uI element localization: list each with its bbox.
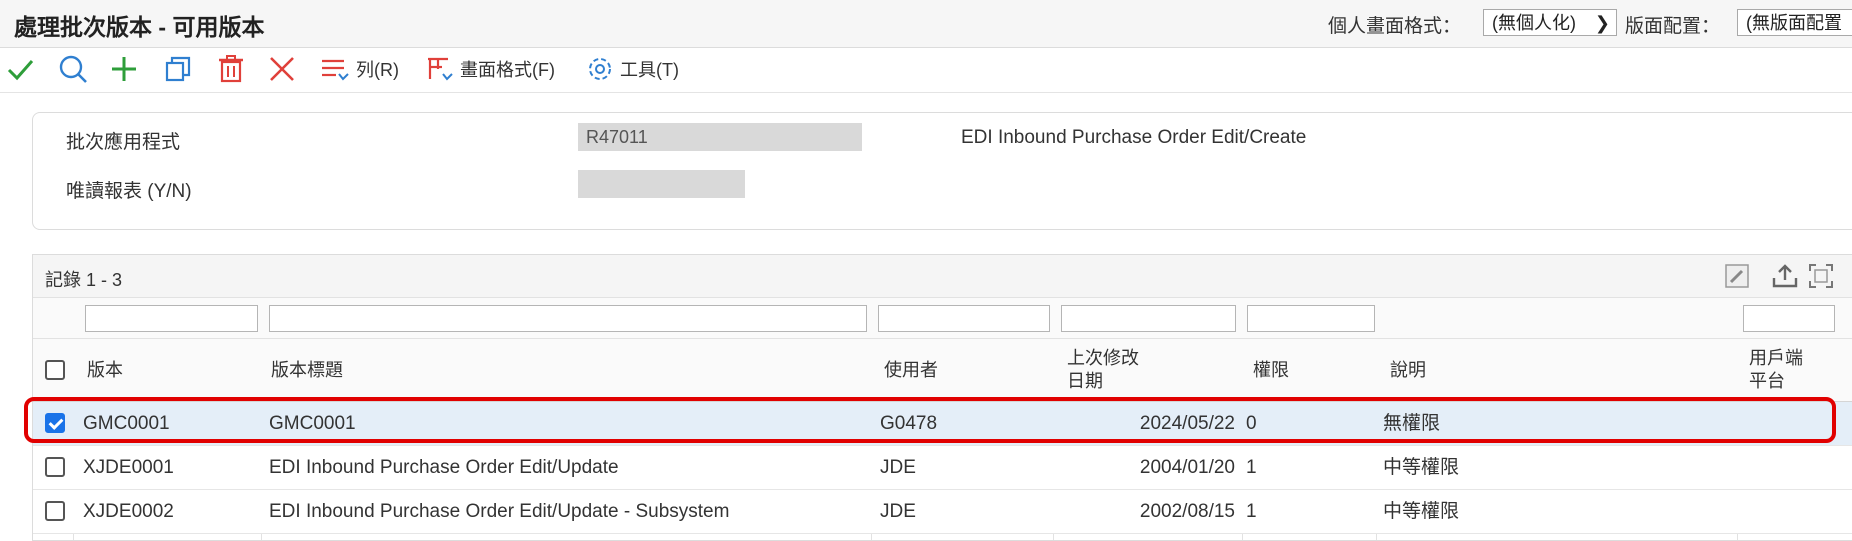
readonly-label: 唯讀報表 (Y/N) [66,181,192,202]
row-menu[interactable]: 列(R) [320,54,399,84]
personal-format-value: (無個人化) [1492,13,1576,33]
table-row[interactable]: GMC0001 GMC0001 G0478 2024/05/22 0 無權限 [33,402,1852,446]
col-security[interactable]: 權限 [1253,359,1289,382]
title-bar: 處理批次版本 - 可用版本 個人畫面格式： (無個人化) ❯ 版面配置： (無版… [0,0,1852,48]
cell-version: XJDE0002 [83,501,174,522]
edit-icon[interactable] [1723,262,1751,290]
export-icon[interactable] [1771,262,1799,290]
cell-title: EDI Inbound Purchase Order Edit/Update -… [269,501,730,522]
cell-date: 2002/08/15 [1139,501,1235,522]
delete-button[interactable] [218,54,244,84]
layout-value: (無版面配置 [1746,13,1842,33]
col-platform-line2: 平台 [1749,371,1785,391]
col-description[interactable]: 說明 [1390,359,1426,382]
batch-app-description: EDI Inbound Purchase Order Edit/Create [961,127,1307,148]
batch-app-label: 批次應用程式 [66,132,181,153]
filter-security-input[interactable] [1247,305,1375,332]
cell-security: 0 [1246,413,1257,434]
personal-format-label: 個人畫面格式： [1328,16,1462,37]
select-all-checkbox[interactable] [45,360,65,380]
cell-user: JDE [880,501,916,522]
add-button[interactable] [110,54,138,84]
row-checkbox[interactable] [45,413,65,433]
col-user[interactable]: 使用者 [884,359,938,382]
cell-description: 中等權限 [1383,457,1460,478]
col-version[interactable]: 版本 [87,359,123,382]
col-title[interactable]: 版本標題 [271,359,343,382]
form-menu[interactable]: 畫面格式(F) [424,54,555,84]
readonly-field [578,170,745,198]
filter-title-input[interactable] [269,305,867,332]
cell-title: GMC0001 [269,413,356,434]
ok-button[interactable] [6,54,34,84]
search-icon [59,55,87,83]
filter-date-input[interactable] [1061,305,1236,332]
layout-label: 版面配置： [1625,16,1721,37]
cell-date: 2004/01/20 [1139,457,1235,478]
filter-row [33,298,1852,339]
layout-select[interactable]: (無版面配置 [1737,9,1852,36]
plus-icon [112,57,136,81]
grid-header: 版本 版本標題 使用者 上次修改 日期 權限 說明 用戶端 平台 [33,339,1852,402]
table-row[interactable]: XJDE0001 EDI Inbound Purchase Order Edit… [33,446,1852,490]
cell-version: XJDE0001 [83,457,174,478]
cell-user: G0478 [880,413,938,434]
cell-security: 1 [1246,501,1257,522]
col-modified-date[interactable]: 上次修改 日期 [1067,347,1139,393]
cell-description: 無權限 [1383,413,1441,434]
filter-user-input[interactable] [878,305,1050,332]
cell-security: 1 [1246,457,1257,478]
tools-menu-label: 工具(T) [620,60,679,80]
chevron-down-icon: ❯ [1594,13,1610,33]
filter-version-input[interactable] [85,305,258,332]
row-menu-icon [322,59,349,81]
col-modified-line1: 上次修改 [1067,348,1139,368]
close-button[interactable] [268,54,296,84]
row-menu-label: 列(R) [356,60,399,80]
checkmark-icon [7,60,34,81]
form-menu-icon [428,57,453,81]
filter-platform-input[interactable] [1743,305,1835,332]
tools-menu[interactable]: 工具(T) [586,54,679,84]
cell-user: JDE [880,457,916,478]
close-icon [270,57,294,81]
cell-version: GMC0001 [83,413,170,434]
cell-date: 2024/05/22 [1139,413,1235,434]
record-count: 記錄 1 - 3 [45,270,123,290]
gear-icon [589,58,611,80]
row-checkbox[interactable] [45,457,65,477]
col-platform-line1: 用戶端 [1749,348,1803,368]
row-checkbox[interactable] [45,501,65,521]
versions-grid: 記錄 1 - 3 版本 版本標題 使用者 上次修改 日期 權限 說明 用戶端 平… [32,254,1852,541]
batch-app-field: R47011 [578,123,862,151]
cell-description: 中等權限 [1383,501,1460,522]
page-title: 處理批次版本 - 可用版本 [14,14,265,40]
col-modified-line2: 日期 [1067,371,1103,391]
trash-icon [219,55,243,83]
copy-icon [165,56,191,82]
form-menu-label: 畫面格式(F) [460,60,555,80]
copy-button[interactable] [164,54,192,84]
col-client-platform[interactable]: 用戶端 平台 [1749,347,1803,393]
cell-title: EDI Inbound Purchase Order Edit/Update [269,457,619,478]
grid-toolbar: 記錄 1 - 3 [33,255,1852,298]
fullscreen-icon[interactable] [1807,262,1835,290]
header-panel: 批次應用程式 R47011 EDI Inbound Purchase Order… [32,112,1852,230]
toolbar: 列(R) 畫面格式(F) 工具(T) [0,48,1852,93]
table-row[interactable]: XJDE0002 EDI Inbound Purchase Order Edit… [33,490,1852,534]
personal-format-select[interactable]: (無個人化) ❯ [1483,9,1617,36]
find-button[interactable] [58,54,88,84]
